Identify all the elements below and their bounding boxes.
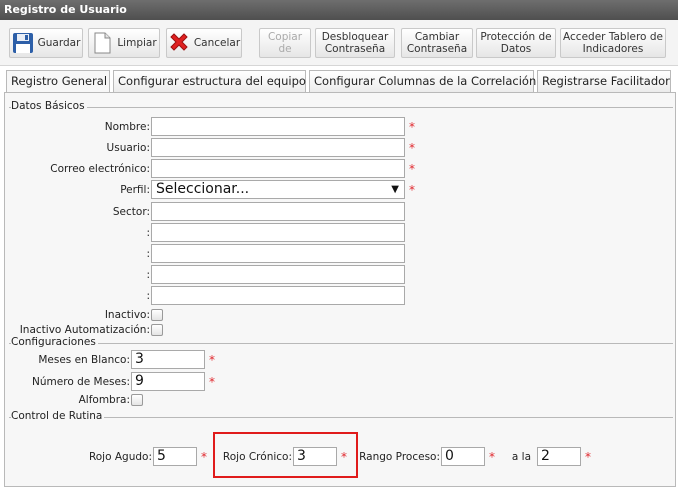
protect-label-line1: Protección de <box>480 31 552 43</box>
months-count-label: Número de Meses: <box>32 376 130 388</box>
clear-button[interactable]: Limpiar <box>88 28 160 58</box>
required-marker: * <box>585 450 591 464</box>
red-x-icon <box>168 32 190 54</box>
cancel-label: Cancelar <box>193 37 241 49</box>
chronic-red-label: Rojo Crónico: <box>222 451 292 463</box>
dashboard-button[interactable]: Acceder Tablero de Indicadores <box>560 28 666 58</box>
required-marker: * <box>409 162 415 176</box>
blank-page-icon <box>91 32 113 54</box>
save-button[interactable]: Guardar <box>9 28 83 58</box>
required-marker: * <box>409 120 415 134</box>
unlock-label-line2: Contraseña <box>324 43 386 55</box>
extra-field-4-label: : <box>146 290 150 302</box>
chronic-red-input[interactable]: 3 <box>293 447 337 466</box>
carpet-checkbox[interactable] <box>131 394 143 406</box>
toolbar: Guardar Limpiar Cancelar Copiar de Desbl… <box>0 20 678 66</box>
unlock-password-button[interactable]: Desbloquear Contraseña <box>315 28 395 58</box>
range-to-label: a la <box>511 451 531 463</box>
protect-label-line2: Datos <box>500 43 532 55</box>
dashboard-label-line1: Acceder Tablero de <box>563 31 663 43</box>
name-input[interactable] <box>151 117 405 136</box>
auto-inactive-checkbox[interactable] <box>151 324 163 336</box>
user-label: Usuario: <box>106 142 150 154</box>
extra-field-3-label: : <box>146 269 150 281</box>
acute-red-label: Rojo Agudo: <box>88 451 152 463</box>
user-input[interactable] <box>151 138 405 157</box>
sector-label: Sector: <box>112 206 150 218</box>
tab-team-structure[interactable]: Configurar estructura del equipo <box>113 70 306 92</box>
carpet-label: Alfombra: <box>78 394 130 406</box>
unlock-label-line1: Desbloquear <box>321 31 389 43</box>
extra-field-2-label: : <box>146 248 150 260</box>
profile-select[interactable]: Seleccionar... ▼ <box>151 180 405 199</box>
cancel-button[interactable]: Cancelar <box>166 28 242 58</box>
basic-data-section: Datos Básicos Nombre: * Usuario: * Corre… <box>9 100 673 336</box>
copy-label-line1: Copiar <box>267 31 303 43</box>
name-label: Nombre: <box>104 121 150 133</box>
required-marker: * <box>409 183 415 197</box>
window-title: Registro de Usuario <box>0 0 678 20</box>
dropdown-arrow-icon: ▼ <box>391 184 399 195</box>
routine-control-section: Control de Rutina Rojo Agudo: 5 * Rojo C… <box>9 410 673 485</box>
copy-label-line2: de <box>278 43 292 55</box>
required-marker: * <box>341 450 347 464</box>
extra-field-1-label: : <box>146 227 150 239</box>
process-range-from-input[interactable]: 0 <box>441 447 485 466</box>
required-marker: * <box>409 141 415 155</box>
process-range-label: Rango Proceso: <box>359 451 440 463</box>
profile-label: Perfil: <box>120 184 150 196</box>
sector-input[interactable] <box>151 202 405 221</box>
settings-section: Configuraciones Meses en Blanco: 3 * Núm… <box>9 336 673 409</box>
blank-months-label: Meses en Blanco: <box>38 354 130 366</box>
process-range-to-input[interactable]: 2 <box>537 447 581 466</box>
copy-from-button[interactable]: Copiar de <box>259 28 311 58</box>
required-marker: * <box>489 450 495 464</box>
extra-field-4-input[interactable] <box>151 286 405 305</box>
acute-red-input[interactable]: 5 <box>153 447 197 466</box>
routine-control-legend: Control de Rutina <box>11 410 105 422</box>
extra-field-1-input[interactable] <box>151 223 405 242</box>
dashboard-label-line2: Indicadores <box>582 43 644 55</box>
form-panel: Datos Básicos Nombre: * Usuario: * Corre… <box>4 92 676 487</box>
change-label-line1: Cambiar <box>414 31 460 43</box>
save-label: Guardar <box>37 37 81 49</box>
data-protection-button[interactable]: Protección de Datos <box>476 28 556 58</box>
inactive-checkbox[interactable] <box>151 309 163 321</box>
tab-register-facilitator[interactable]: Registrarse Facilitador <box>537 70 671 92</box>
tab-bar: Registro General Configurar estructura d… <box>4 70 674 94</box>
extra-field-3-input[interactable] <box>151 265 405 284</box>
clear-label: Limpiar <box>117 37 157 49</box>
basic-data-legend: Datos Básicos <box>11 100 87 112</box>
required-marker: * <box>209 375 215 389</box>
email-input[interactable] <box>151 159 405 178</box>
months-count-input[interactable]: 9 <box>131 372 205 391</box>
required-marker: * <box>201 450 207 464</box>
floppy-disk-icon <box>12 32 34 54</box>
required-marker: * <box>209 353 215 367</box>
settings-legend: Configuraciones <box>11 336 98 348</box>
tab-registro-general[interactable]: Registro General <box>6 70 110 94</box>
profile-select-value: Seleccionar... <box>156 181 250 197</box>
change-password-button[interactable]: Cambiar Contraseña <box>401 28 473 58</box>
extra-field-2-input[interactable] <box>151 244 405 263</box>
tab-correlation-columns[interactable]: Configurar Columnas de la Correlación <box>309 70 536 92</box>
blank-months-input[interactable]: 3 <box>131 350 205 369</box>
email-label: Correo electrónico: <box>50 163 150 175</box>
change-label-line2: Contraseña <box>406 43 468 55</box>
